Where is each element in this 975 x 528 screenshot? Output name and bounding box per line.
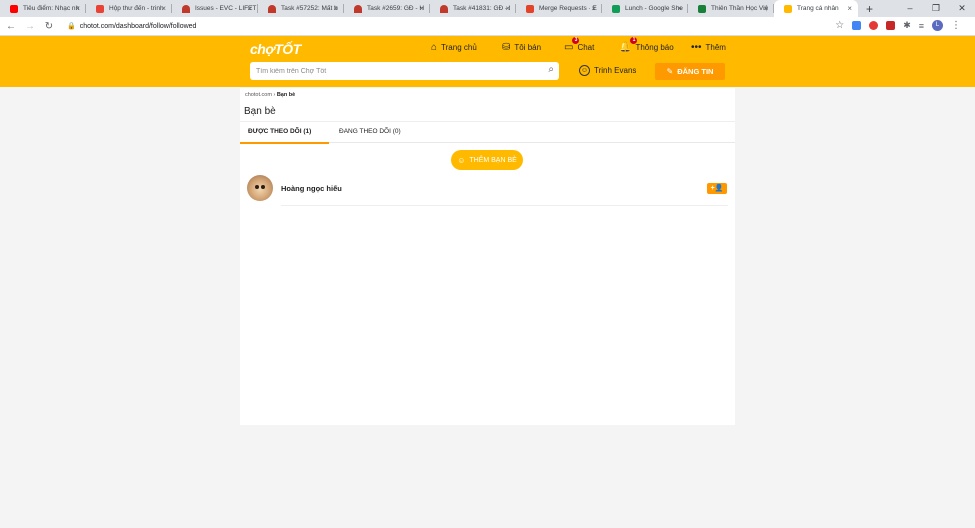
search-input[interactable] — [250, 67, 530, 75]
close-tab-icon[interactable]: × — [419, 4, 424, 13]
redmine-icon — [354, 4, 362, 13]
user-icon: ☺ — [579, 65, 590, 76]
close-tab-icon[interactable]: × — [591, 4, 596, 13]
lock-icon: 🔒 — [67, 23, 76, 30]
forward-icon[interactable]: → — [22, 21, 38, 32]
gitlab-icon — [526, 4, 534, 13]
browser-tab-lunch-sheet[interactable]: Lunch - Google She × — [602, 0, 688, 17]
media-icon[interactable]: ≡ — [919, 21, 924, 31]
site-header: chợTỐT ⌂ Trang chủ ⛁ Tôi bán ▭ 3 Chat 🔔 1 … — [0, 36, 975, 87]
avatar[interactable] — [247, 175, 273, 201]
breadcrumb: chotot.com › Bạn bè — [245, 92, 295, 98]
bookmark-star-icon[interactable]: ☆ — [835, 20, 844, 31]
extensions-area: ☆ ✱ ≡ L ⋮ — [835, 20, 961, 31]
close-tab-icon[interactable]: × — [763, 4, 768, 13]
close-tab-icon[interactable]: × — [677, 4, 682, 13]
search-box: ⌕ — [250, 62, 559, 80]
chat-icon: ▭ 3 — [564, 37, 580, 53]
youtube-icon — [10, 4, 18, 13]
browser-tab-youtube[interactable]: Tiêu điểm: Nhạc nh × — [0, 0, 86, 17]
friends-panel: chotot.com › Bạn bè Bạn bè ĐƯỢC THEO DÕI… — [240, 88, 735, 425]
browser-tab-gmail[interactable]: Hộp thư đến - trinh × — [86, 0, 172, 17]
list-item[interactable]: Hoàng ngọc hiếu +👤 — [240, 174, 735, 206]
home-icon: ⌂ — [431, 42, 438, 53]
tab-following[interactable]: ĐANG THEO DÕI (0) — [339, 128, 401, 135]
post-ad-button[interactable]: ✎ ĐĂNG TIN — [655, 63, 725, 80]
opera-extension-icon[interactable] — [869, 21, 879, 30]
close-tab-icon[interactable]: × — [847, 4, 852, 13]
user-menu[interactable]: ☺ Trinh Evans — [579, 65, 636, 76]
add-user-icon: ☺ — [457, 155, 466, 165]
back-icon[interactable]: ← — [3, 21, 19, 32]
redmine-icon — [440, 4, 448, 13]
page-title: Bạn bè — [244, 106, 276, 117]
new-tab-button[interactable]: + — [866, 2, 873, 16]
more-dots-icon: ••• — [691, 42, 702, 53]
window-controls: – ❐ ✕ — [897, 0, 975, 17]
chotot-logo[interactable]: chợTỐT — [250, 41, 301, 57]
nav-home[interactable]: ⌂ Trang chủ — [431, 42, 477, 53]
reload-icon[interactable]: ↻ — [41, 21, 57, 32]
minimize-icon[interactable]: – — [897, 0, 923, 17]
close-window-icon[interactable]: ✕ — [949, 0, 975, 17]
google-sheets-icon — [698, 4, 706, 13]
browser-tab-task-41831[interactable]: Task #41831: GĐ - l × — [430, 0, 516, 17]
browser-toolbar: ← → ↻ 🔒 chotot.com/dashboard/follow/foll… — [0, 17, 975, 36]
browser-tab-thien-than[interactable]: Thiên Thần Học Việ × — [688, 0, 774, 17]
redmine-icon — [182, 4, 190, 13]
close-tab-icon[interactable]: × — [75, 4, 80, 13]
nav-more[interactable]: ••• Thêm — [691, 42, 726, 53]
breadcrumb-root[interactable]: chotot.com — [245, 92, 272, 98]
nav-selling[interactable]: ⛁ Tôi bán — [502, 42, 541, 53]
redmine-icon — [268, 4, 276, 13]
puzzle-extension-icon[interactable]: ✱ — [903, 20, 911, 31]
google-sheets-icon — [612, 4, 620, 13]
follow-tabs: ĐƯỢC THEO DÕI (1) ĐANG THEO DÕI (0) — [240, 121, 735, 144]
search-icon[interactable]: ⌕ — [548, 64, 554, 75]
browser-tab-issues[interactable]: Issues - EVC - LIFET × — [172, 0, 258, 17]
friend-name[interactable]: Hoàng ngọc hiếu — [281, 184, 342, 193]
breadcrumb-separator: › — [273, 92, 276, 98]
close-tab-icon[interactable]: × — [505, 4, 510, 13]
chotot-icon — [784, 4, 792, 13]
edit-icon: ✎ — [666, 67, 674, 76]
close-tab-icon[interactable]: × — [333, 4, 338, 13]
active-tab-indicator — [240, 142, 329, 144]
browser-tab-strip: Tiêu điểm: Nhạc nh × Hộp thư đến - trinh ×… — [0, 0, 975, 17]
add-friend-button[interactable]: ☺ THÊM BẠN BÈ — [451, 150, 523, 170]
tab-followed[interactable]: ĐƯỢC THEO DÕI (1) — [248, 128, 311, 135]
restore-icon[interactable]: ❐ — [923, 0, 949, 17]
follow-back-button[interactable]: +👤 — [707, 183, 727, 194]
browser-tab-merge-requests[interactable]: Merge Requests · E × — [516, 0, 602, 17]
gmail-icon — [96, 4, 104, 13]
divider — [281, 205, 728, 206]
close-tab-icon[interactable]: × — [247, 4, 252, 13]
close-tab-icon[interactable]: × — [161, 4, 166, 13]
adblock-extension-icon[interactable] — [886, 21, 896, 30]
bell-icon: 🔔 1 — [619, 37, 638, 53]
browser-tab-trang-ca-nhan[interactable]: Trang cá nhân × — [774, 0, 858, 17]
profile-avatar[interactable]: L — [932, 20, 943, 31]
user-name: Trinh Evans — [594, 66, 637, 75]
browser-menu-icon[interactable]: ⋮ — [951, 20, 961, 31]
nav-chat[interactable]: ▭ 3 Chat — [564, 37, 594, 53]
translate-extension-icon[interactable] — [852, 21, 862, 30]
breadcrumb-current: Bạn bè — [276, 92, 296, 98]
address-bar[interactable]: chotot.com/dashboard/follow/followed — [80, 23, 197, 30]
browser-tab-task-57252[interactable]: Task #57252: Mất b × — [258, 0, 344, 17]
nav-notifications[interactable]: 🔔 1 Thông báo — [619, 37, 674, 53]
shopping-bag-icon: ⛁ — [502, 42, 511, 53]
browser-tab-task-2659[interactable]: Task #2659: GĐ - H × — [344, 0, 430, 17]
